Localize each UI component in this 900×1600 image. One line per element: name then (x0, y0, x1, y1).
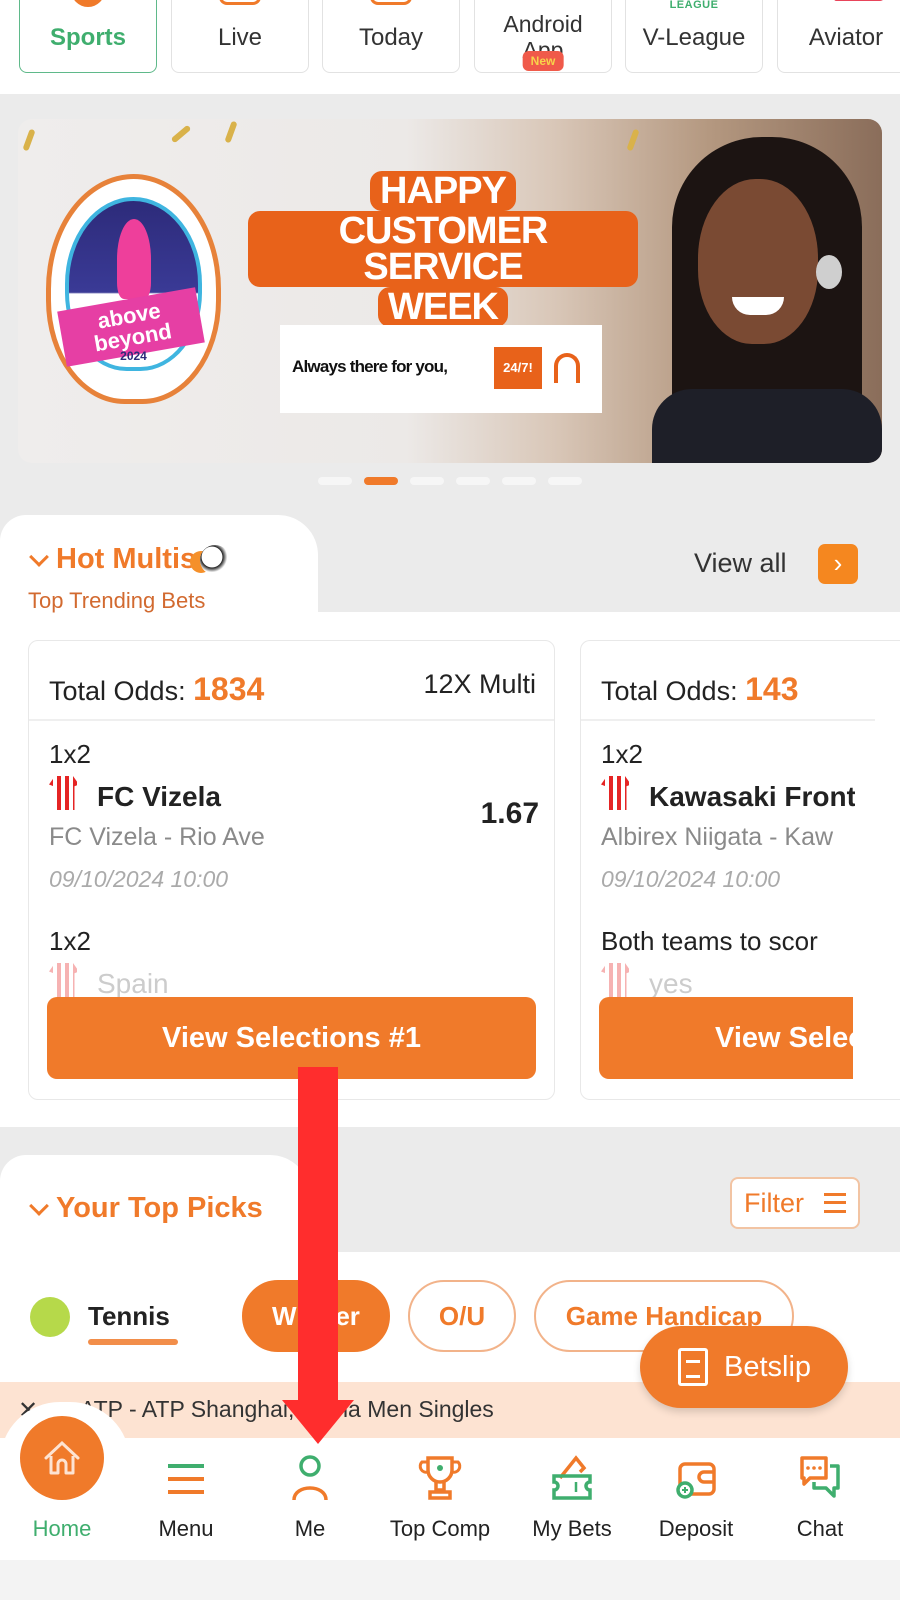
confetti-decoration (224, 120, 238, 144)
view-all-link[interactable]: View all (694, 548, 787, 579)
jersey-icon (601, 963, 631, 997)
hot-multis-subtitle: Top Trending Bets (28, 588, 206, 613)
carousel-dot[interactable] (502, 477, 536, 485)
tennis-ball-icon (30, 1297, 70, 1337)
category-today[interactable]: Today (322, 0, 460, 73)
annotation-arrow-head (282, 1400, 354, 1444)
home-icon (44, 1440, 80, 1475)
ticket-icon (552, 1455, 592, 1500)
above-beyond-badge: above beyond 2024 (46, 174, 221, 404)
hot-multis-title[interactable]: Hot Multis (28, 543, 231, 576)
carousel-dot[interactable] (410, 477, 444, 485)
fire-ball-icon (200, 545, 231, 576)
active-tab-indicator (88, 1339, 178, 1345)
banner-headline: HAPPY CUSTOMER SERVICE WEEK (248, 171, 638, 327)
selection-item: Both teams to scor yes (601, 926, 818, 999)
confetti-decoration (170, 124, 192, 144)
category-bar: Sports Live Today Android App New LEAGUE… (0, 0, 900, 94)
jersey-icon (49, 776, 79, 810)
total-odds-value: 1834 (193, 671, 265, 707)
category-v-league[interactable]: LEAGUE V-League (625, 0, 763, 73)
tagline-box: Always there for you, 24/7! (280, 325, 602, 413)
trophy-icon (418, 1456, 462, 1500)
user-icon (292, 1455, 328, 1501)
confetti-decoration (22, 128, 36, 152)
new-badge: New (522, 51, 564, 71)
category-android-app[interactable]: Android App New (474, 0, 612, 73)
view-selections-button[interactable]: View Selec (599, 997, 853, 1079)
rocket-icon (116, 219, 151, 299)
category-live[interactable]: Live (171, 0, 309, 73)
carousel-dot[interactable] (548, 477, 582, 485)
sliders-icon (824, 1193, 846, 1213)
headset-icon (554, 353, 580, 383)
view-selections-button[interactable]: View Selections #1 (47, 997, 536, 1079)
soccer-ball-icon (71, 0, 105, 7)
promo-banner[interactable]: above beyond 2024 HAPPY CUSTOMER SERVICE… (18, 119, 882, 463)
nav-home[interactable] (20, 1416, 104, 1500)
jersey-icon (601, 776, 631, 810)
chevron-down-icon (29, 547, 49, 568)
annotation-arrow (298, 1067, 338, 1407)
menu-icon (168, 1464, 204, 1494)
multi-count: 12X Multi (423, 669, 536, 699)
selection-item: 1x2 FC Vizela FC Vizela - Rio Ave 09/10/… (49, 739, 539, 892)
confetti-decoration (626, 128, 640, 152)
agent-photo (642, 119, 882, 463)
total-odds-value: 143 (745, 671, 799, 707)
multi-card: Total Odds: 1834 12X Multi 1x2 FC Vizela… (28, 640, 555, 1100)
chevron-right-icon[interactable]: › (818, 544, 858, 584)
plane-icon (833, 0, 889, 1)
jersey-icon (49, 963, 79, 997)
live-tv-icon (219, 0, 261, 5)
category-aviator[interactable]: Aviator (777, 0, 900, 73)
carousel-dots (0, 477, 900, 485)
carousel-dot-active[interactable] (364, 477, 398, 485)
receipt-icon (678, 1348, 708, 1386)
selection-odd: 1.67 (480, 797, 539, 830)
selection-item: 1x2 Kawasaki Front Albirex Niigata - Kaw… (601, 739, 855, 892)
selection-item: 1x2 Spain (49, 926, 169, 999)
category-sports[interactable]: Sports (19, 0, 157, 73)
chat-icon (800, 1456, 840, 1498)
multi-card: Total Odds: 143 1x2 Kawasaki Front Albir… (580, 640, 900, 1100)
wallet-icon (676, 1462, 716, 1499)
carousel-dot[interactable] (456, 477, 490, 485)
chevron-down-icon (29, 1196, 49, 1217)
carousel-dot[interactable] (318, 477, 352, 485)
filter-button[interactable]: Filter (730, 1177, 860, 1229)
betslip-button[interactable]: Betslip (640, 1326, 848, 1408)
league-logo-icon: LEAGUE (669, 0, 719, 11)
market-pill-ou[interactable]: O/U (408, 1280, 516, 1352)
top-picks-title[interactable]: Your Top Picks (28, 1192, 263, 1225)
calendar-icon (370, 0, 412, 5)
